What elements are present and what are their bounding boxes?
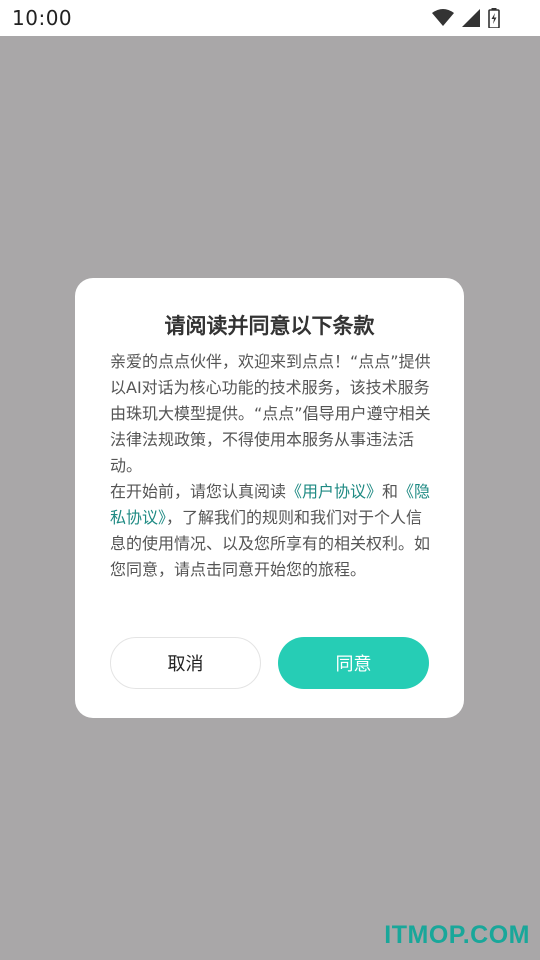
wifi-icon [432, 9, 454, 27]
cell-signal-icon [462, 9, 480, 27]
status-bar: 10:00 [0, 0, 540, 36]
consent-prefix: 在开始前，请您认真阅读 [110, 482, 287, 501]
status-time: 10:00 [12, 6, 73, 30]
dialog-title: 请阅读并同意以下条款 [164, 314, 375, 338]
agree-button[interactable]: 同意 [278, 637, 429, 689]
battery-charging-icon [488, 8, 500, 28]
cancel-button[interactable]: 取消 [110, 637, 261, 689]
intro-paragraph: 亲爱的点点伙伴，欢迎来到点点！“点点”提供以AI对话为核心功能的技术服务，该技术… [110, 352, 431, 475]
watermark: ITMOP.COM [384, 921, 530, 949]
status-icons [432, 7, 500, 29]
terms-dialog: 请阅读并同意以下条款 亲爱的点点伙伴，欢迎来到点点！“点点”提供以AI对话为核心… [75, 278, 464, 718]
consent-paragraph: 在开始前，请您认真阅读《用户协议》和《隐私协议》，了解我们的规则和我们对于个人信… [110, 479, 432, 583]
user-agreement-link[interactable]: 《用户协议》 [286, 482, 382, 501]
conjunction-text: 和 [382, 482, 399, 501]
dialog-body: 亲爱的点点伙伴，欢迎来到点点！“点点”提供以AI对话为核心功能的技术服务，该技术… [110, 349, 432, 583]
